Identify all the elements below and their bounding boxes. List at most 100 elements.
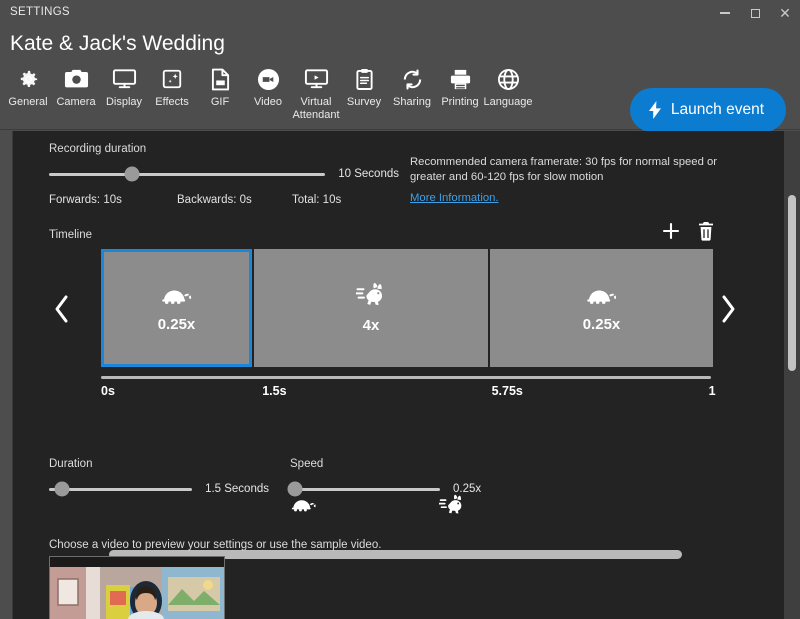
toolbar-item-label: Survey bbox=[346, 96, 382, 108]
timeline-tick: 5.75s bbox=[491, 384, 523, 398]
close-button[interactable]: ✕ bbox=[770, 0, 800, 26]
toolbar-item-label: Display bbox=[105, 96, 143, 108]
toolbar-item-effects[interactable]: Effects bbox=[148, 64, 196, 109]
forwards-stat: Forwards: 10s bbox=[49, 194, 122, 206]
slider-track[interactable] bbox=[287, 481, 440, 497]
duration-value: 1.5 Seconds bbox=[205, 483, 269, 495]
toolbar-item-label: Language bbox=[483, 96, 533, 108]
speed-group: Speed 0.25x bbox=[287, 458, 510, 497]
toolbar-item-general[interactable]: General bbox=[4, 64, 52, 109]
recording-duration-group: Recording duration 10 Seconds bbox=[49, 143, 399, 182]
backwards-stat: Backwards: 0s bbox=[177, 194, 252, 206]
speed-endpoint-icons bbox=[290, 494, 465, 521]
speed-label: Speed bbox=[290, 458, 324, 470]
toolbar-item-sharing[interactable]: Sharing bbox=[388, 64, 436, 109]
recording-duration-stats: Forwards: 10s Backwards: 0s Total: 10s bbox=[49, 194, 389, 206]
gif-file-icon bbox=[211, 64, 230, 94]
recording-duration-value: 10 Seconds bbox=[338, 168, 399, 180]
vertical-scrollbar-thumb[interactable] bbox=[788, 195, 796, 371]
slider-thumb[interactable] bbox=[124, 166, 140, 182]
delete-clip-button[interactable] bbox=[697, 221, 715, 241]
video-settings-pane: Recording duration 10 Seconds Forwards: … bbox=[13, 131, 773, 619]
printer-icon bbox=[449, 64, 472, 94]
recording-duration-label: Recording duration bbox=[49, 143, 147, 155]
toolbar-item-survey[interactable]: Survey bbox=[340, 64, 388, 109]
toolbar-item-label: Printing bbox=[441, 96, 479, 108]
close-icon: ✕ bbox=[779, 5, 791, 21]
duration-label: Duration bbox=[49, 458, 93, 470]
recommendation-text: Recommended camera framerate: 30 fps for… bbox=[410, 156, 718, 183]
virtual-attendant-icon bbox=[304, 64, 329, 94]
turtle-icon bbox=[160, 283, 194, 312]
timeline-strip: 0.25x 4x 0.25x bbox=[49, 249, 741, 369]
timeline-next-button[interactable] bbox=[715, 289, 741, 329]
slider-track[interactable] bbox=[49, 166, 326, 182]
lightning-bolt-icon bbox=[648, 101, 662, 119]
toolbar-item-video[interactable]: Video bbox=[244, 64, 292, 109]
maximize-button[interactable] bbox=[740, 0, 770, 26]
turtle-icon bbox=[290, 494, 318, 521]
timeline-tick: 1.5s bbox=[262, 384, 287, 398]
preview-instruction: Choose a video to preview your settings … bbox=[49, 539, 382, 551]
sample-video-thumbnail[interactable] bbox=[49, 556, 225, 619]
share-refresh-icon bbox=[401, 64, 424, 94]
framerate-recommendation: Recommended camera framerate: 30 fps for… bbox=[410, 155, 730, 206]
add-clip-button[interactable] bbox=[661, 221, 681, 241]
toolbar-item-label: Effects bbox=[155, 96, 189, 108]
more-information-link[interactable]: More Information. bbox=[410, 191, 499, 206]
window-controls: ✕ bbox=[710, 0, 800, 26]
app-title: SETTINGS bbox=[10, 6, 70, 18]
toolbar-item-label: Video bbox=[254, 96, 282, 108]
timeline-clip[interactable]: 0.25x bbox=[490, 249, 713, 367]
minimize-button[interactable] bbox=[710, 0, 740, 26]
timeline-clip-speed: 0.25x bbox=[582, 316, 621, 333]
toolbar-item-label: Camera bbox=[56, 96, 96, 108]
total-stat: Total: 10s bbox=[292, 194, 342, 206]
monitor-icon bbox=[112, 64, 137, 94]
launch-event-label: Launch event bbox=[670, 101, 764, 118]
title-bar: SETTINGS ✕ bbox=[0, 0, 800, 26]
toolbar-item-display[interactable]: Display bbox=[100, 64, 148, 109]
slider-track[interactable] bbox=[49, 481, 193, 497]
timeline-scale-bar bbox=[101, 376, 711, 379]
timeline-actions bbox=[661, 221, 715, 241]
timeline-clip-speed: 0.25x bbox=[157, 316, 196, 333]
toolbar-item-gif[interactable]: GIF bbox=[196, 64, 244, 109]
toolbar-item-label: General bbox=[8, 96, 48, 108]
slider-thumb[interactable] bbox=[54, 481, 70, 497]
toolbar-item-language[interactable]: Language bbox=[484, 64, 532, 109]
gear-icon bbox=[17, 64, 40, 94]
timeline-clips: 0.25x 4x 0.25x bbox=[101, 249, 713, 369]
toolbar-item-virtual-attendant[interactable]: Virtual Attendant bbox=[292, 64, 340, 122]
sparkle-icon bbox=[161, 64, 183, 94]
timeline-clip[interactable]: 0.25x bbox=[101, 249, 252, 367]
vertical-scrollbar[interactable] bbox=[784, 131, 800, 619]
header: Kate & Jack's Wedding General Camera Dis… bbox=[0, 26, 800, 132]
timeline-clip-speed: 4x bbox=[362, 317, 380, 334]
video-icon bbox=[257, 64, 280, 94]
camera-icon bbox=[64, 64, 89, 94]
launch-event-button[interactable]: Launch event bbox=[629, 88, 786, 132]
minimize-icon bbox=[720, 12, 730, 14]
duration-group: Duration 1.5 Seconds bbox=[49, 458, 269, 497]
page-title: Kate & Jack's Wedding bbox=[10, 32, 225, 55]
settings-content-panel: Recording duration 10 Seconds Forwards: … bbox=[12, 131, 787, 619]
timeline-clip[interactable]: 4x bbox=[254, 249, 488, 367]
toolbar-item-camera[interactable]: Camera bbox=[52, 64, 100, 109]
timeline-label: Timeline bbox=[49, 229, 93, 241]
rabbit-icon bbox=[355, 282, 386, 313]
clipboard-icon bbox=[355, 64, 374, 94]
duration-slider[interactable]: 1.5 Seconds bbox=[49, 481, 269, 497]
toolbar-item-label: Sharing bbox=[393, 96, 431, 108]
timeline-prev-button[interactable] bbox=[49, 289, 75, 329]
globe-icon bbox=[497, 64, 520, 94]
timeline-tick: 1 bbox=[708, 384, 716, 398]
timeline-scale-ticks: 0s 1.5s 5.75s 1 bbox=[101, 384, 721, 402]
turtle-icon bbox=[585, 283, 619, 312]
settings-toolbar: General Camera Display Effects GIF Video… bbox=[4, 64, 532, 122]
toolbar-item-printing[interactable]: Printing bbox=[436, 64, 484, 109]
toolbar-item-label: Virtual Attendant bbox=[292, 96, 340, 121]
rabbit-icon bbox=[438, 494, 465, 521]
maximize-icon bbox=[750, 8, 760, 18]
recording-duration-slider[interactable]: 10 Seconds bbox=[49, 166, 399, 182]
